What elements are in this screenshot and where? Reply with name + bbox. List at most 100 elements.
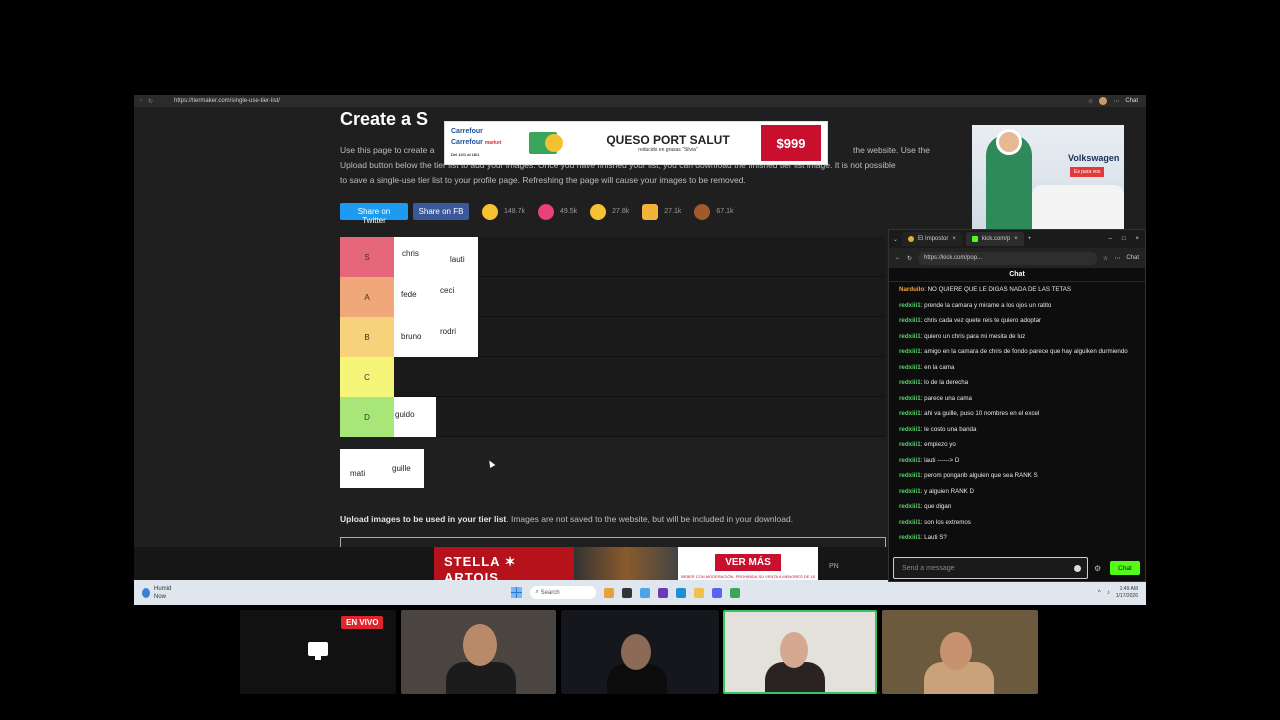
tier-label-a[interactable]: A: [340, 277, 394, 317]
star-icon[interactable]: ☆: [1103, 255, 1108, 262]
tier-item[interactable]: lauti: [436, 237, 478, 277]
chat-username[interactable]: redxiii1: [899, 302, 921, 309]
chat-username[interactable]: Narduilo: [899, 286, 924, 293]
reaction-love[interactable]: 49.5k: [538, 203, 577, 220]
tier-row-d: D guido: [340, 397, 886, 437]
share-twitter-button[interactable]: Share on Twitter: [340, 203, 408, 225]
impostor-favicon-icon: [908, 236, 915, 242]
chat-username[interactable]: redxiii1: [899, 457, 921, 464]
star-icon[interactable]: ☆: [1088, 98, 1093, 105]
chat-username[interactable]: redxiii1: [899, 441, 921, 448]
chat-message: redxiii1: Lauti S?: [899, 534, 947, 541]
gear-icon[interactable]: ⚙: [1094, 564, 1104, 573]
new-tab-icon[interactable]: +: [1028, 236, 1032, 242]
more-icon[interactable]: ⋯: [1113, 98, 1119, 105]
tier-item[interactable]: fede: [394, 277, 436, 317]
taskbar-clock[interactable]: 1:49 AM 1/17/2026: [1116, 586, 1138, 600]
chat-username[interactable]: redxiii1: [899, 534, 921, 541]
tab-el-impostor[interactable]: El Impostor ×: [902, 232, 962, 246]
reaction-hands[interactable]: 27.1k: [642, 203, 682, 220]
file-explorer-icon[interactable]: [693, 587, 704, 598]
windows-start-icon[interactable]: [510, 587, 522, 598]
copilot-app-icon[interactable]: [639, 587, 650, 598]
close-window-icon[interactable]: ×: [1135, 236, 1139, 242]
task-view-icon[interactable]: [621, 587, 632, 598]
url-field[interactable]: https://tiermaker.com/single-use-tier-li…: [174, 98, 1088, 104]
tab-list-icon[interactable]: ⌄: [893, 236, 898, 243]
speaker-icon[interactable]: ♪: [1107, 590, 1110, 596]
tier-items-d[interactable]: guido: [394, 397, 886, 437]
page-title: Create a S: [340, 109, 429, 129]
browser-chat-button[interactable]: Chat: [1125, 98, 1138, 104]
chat-message: redxiii1: quiero un chris para mi mesita…: [899, 332, 1026, 340]
tier-items-a[interactable]: fede ceci: [394, 277, 886, 317]
window-controls: – □ ×: [1109, 236, 1145, 242]
reload-icon[interactable]: ↻: [148, 98, 153, 105]
tier-label-c[interactable]: C: [340, 357, 394, 397]
obs-app-icon[interactable]: [729, 587, 740, 598]
tier-items-s[interactable]: chris lauti: [394, 237, 886, 277]
weather-widget[interactable]: Humid Now: [134, 585, 214, 601]
chat-message: redxiii1: le costo una banda: [899, 425, 977, 433]
edge-app-icon[interactable]: [675, 587, 686, 598]
chat-username[interactable]: redxiii1: [899, 317, 921, 324]
tier-item[interactable]: guido: [394, 397, 436, 437]
maximize-icon[interactable]: □: [1122, 236, 1126, 242]
chat-username[interactable]: redxiii1: [899, 333, 921, 340]
kick-url-field[interactable]: https://kick.com/pop...: [918, 251, 1097, 265]
ad-cta[interactable]: Es para vos: [1070, 167, 1105, 177]
more-icon[interactable]: ⋯: [1114, 255, 1120, 262]
close-icon[interactable]: ×: [1014, 236, 1018, 242]
reaction-poop[interactable]: 67.1k: [694, 203, 734, 220]
chat-username[interactable]: redxiii1: [899, 519, 921, 526]
reaction-grin[interactable]: 148.7k: [482, 203, 525, 220]
unranked-item[interactable]: mati: [340, 449, 382, 488]
chat-username[interactable]: redxiii1: [899, 472, 921, 479]
tier-label-d[interactable]: D: [340, 397, 394, 437]
tier-label-s[interactable]: S: [340, 237, 394, 277]
taskbar-search[interactable]: ⌕ Search: [529, 586, 596, 599]
reaction-count: 27.1k: [664, 208, 682, 215]
reaction-laugh[interactable]: 27.8k: [590, 203, 629, 220]
ad-model-head: [996, 129, 1022, 155]
volkswagen-ad[interactable]: Volkswagen Es para vos: [972, 125, 1124, 243]
unranked-pool[interactable]: mati guille: [340, 449, 424, 488]
back-icon[interactable]: ←: [895, 255, 901, 261]
tab-kick[interactable]: kick.com/p ×: [965, 232, 1024, 246]
back-icon[interactable]: ‹: [140, 98, 142, 105]
chat-username[interactable]: redxiii1: [899, 503, 921, 510]
profile-avatar[interactable]: [1099, 97, 1108, 105]
discord-app-icon[interactable]: [657, 587, 668, 598]
tier-item[interactable]: chris: [394, 237, 436, 277]
chat-username[interactable]: redxiii1: [899, 426, 921, 433]
share-fb-button[interactable]: Share on FB: [413, 203, 469, 220]
tier-item-label: bruno: [401, 332, 422, 341]
close-icon[interactable]: ×: [952, 236, 956, 242]
chat-send-button[interactable]: Chat: [1110, 561, 1140, 575]
chat-message-input[interactable]: Send a message: [893, 557, 1088, 579]
ver-mas-button[interactable]: VER MÁS: [715, 554, 781, 571]
chat-username[interactable]: redxiii1: [899, 488, 921, 495]
chat-text: en la cama: [924, 363, 955, 371]
carrefour-ad-banner[interactable]: Carrefour Carrefour market Del 12/1 al 1…: [444, 121, 828, 165]
tier-items-c[interactable]: [394, 357, 886, 396]
widgets-app-icon[interactable]: [603, 587, 614, 598]
chevron-up-icon[interactable]: ^: [1098, 590, 1101, 596]
unranked-item[interactable]: guille: [382, 449, 424, 488]
tier-item[interactable]: rodri: [436, 317, 478, 357]
emoji-icon[interactable]: [1074, 565, 1081, 572]
tier-label-b[interactable]: B: [340, 317, 394, 357]
reload-icon[interactable]: ↻: [907, 255, 912, 262]
chat-username[interactable]: redxiii1: [899, 364, 921, 371]
tier-item[interactable]: ceci: [436, 277, 478, 317]
chat-username[interactable]: redxiii1: [899, 410, 921, 417]
kick-nav-chat-button[interactable]: Chat: [1126, 255, 1139, 261]
minimize-icon[interactable]: –: [1109, 236, 1112, 242]
tier-items-b[interactable]: bruno rodri: [394, 317, 886, 357]
chat-username[interactable]: redxiii1: [899, 348, 921, 355]
tier-item[interactable]: bruno: [394, 317, 436, 357]
system-tray: ^ ♪ 1:49 AM 1/17/2026: [1036, 586, 1146, 600]
chat-username[interactable]: redxiii1: [899, 395, 921, 402]
chat-app-icon[interactable]: [711, 587, 722, 598]
chat-username[interactable]: redxiii1: [899, 379, 921, 386]
